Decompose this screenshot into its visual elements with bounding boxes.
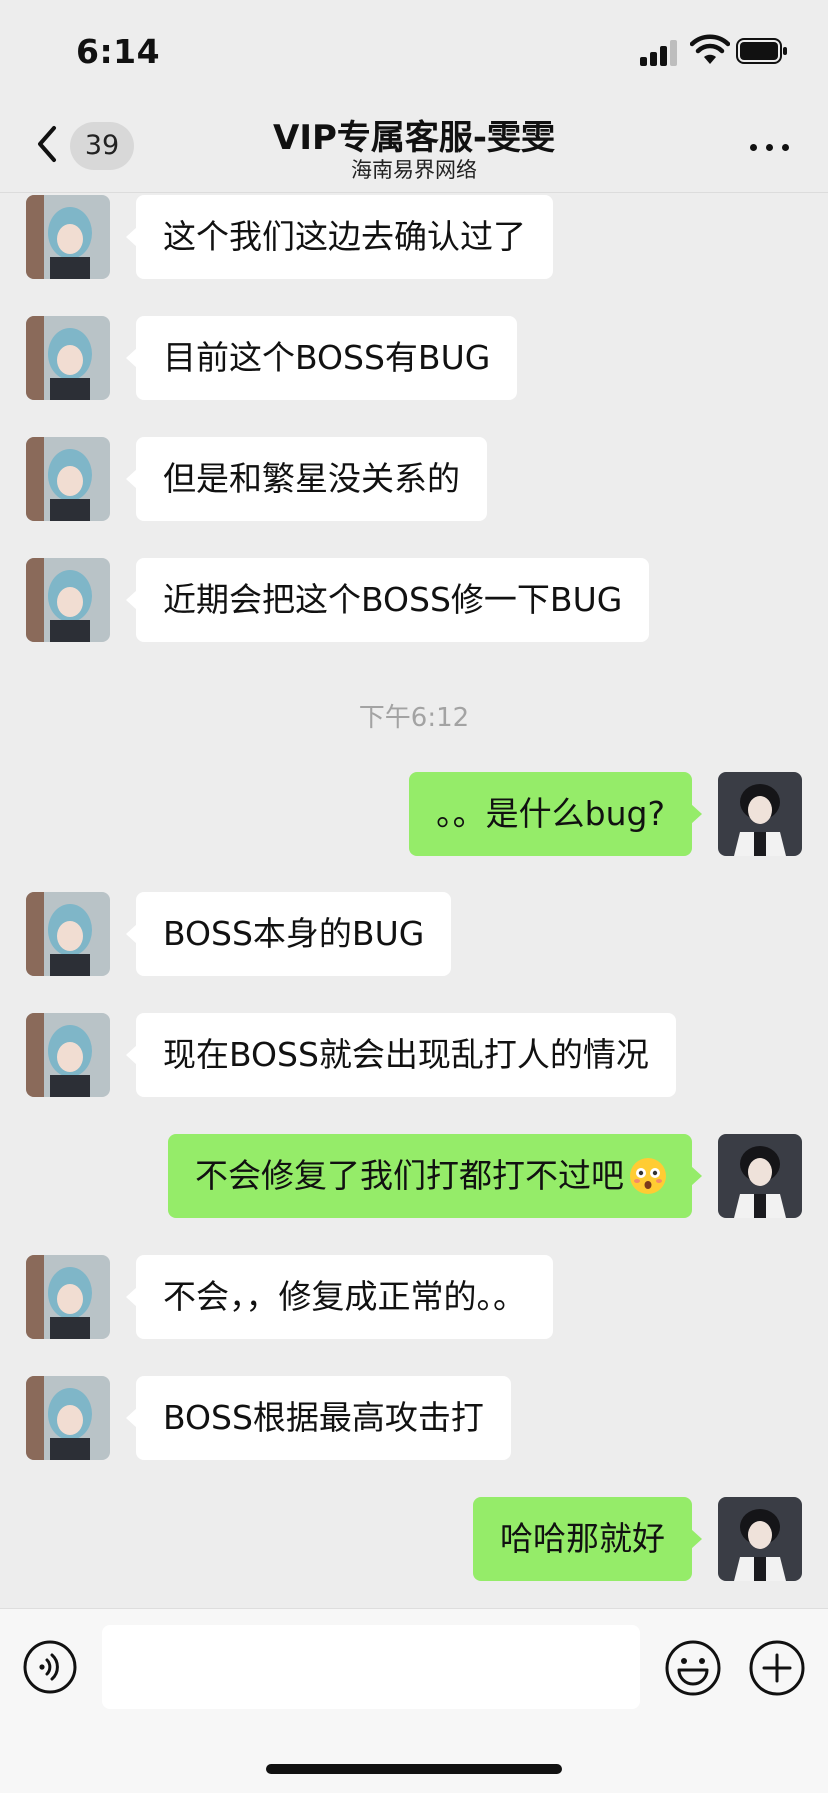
incoming-message[interactable]: BOSS根据最高攻击打 <box>126 1376 511 1460</box>
incoming-message[interactable]: 近期会把这个BOSS修一下BUG <box>125 558 650 642</box>
user-avatar[interactable] <box>718 1497 802 1581</box>
incoming-message[interactable]: 不会，，修复成正常的。。 <box>126 1255 553 1339</box>
outgoing-message[interactable]: 不会修复了我们打都打不过吧 <box>168 1134 702 1218</box>
voice-icon[interactable] <box>22 1639 78 1695</box>
support-avatar[interactable] <box>26 437 110 521</box>
outgoing-message-text: 不会修复了我们打都打不过吧 <box>195 1156 624 1195</box>
outgoing-message[interactable]: 。。是什么bug? <box>409 772 702 856</box>
wifi-icon <box>690 34 730 64</box>
user-avatar[interactable] <box>718 772 802 856</box>
home-indicator <box>266 1764 562 1774</box>
chat-title: VIP专属客服-雯雯 <box>273 118 555 158</box>
incoming-message[interactable]: 这个我们这边去确认过了 <box>126 195 553 279</box>
support-avatar[interactable] <box>26 1013 110 1097</box>
support-avatar[interactable] <box>26 1255 110 1339</box>
incoming-message[interactable]: BOSS本身的BUG <box>125 892 452 976</box>
more-dots-icon[interactable] <box>748 126 792 166</box>
support-avatar[interactable] <box>26 892 110 976</box>
outgoing-message[interactable]: 哈哈那就好 <box>473 1497 702 1581</box>
user-avatar[interactable] <box>718 1134 802 1218</box>
status-time: 6:14 <box>76 32 161 71</box>
flushed-face-emoji-icon <box>630 1158 666 1194</box>
message-list[interactable]: 这个我们这边去确认过了 目前这个BOSS有BUG 但是和繁星没关系的 近期会把这… <box>0 193 828 1608</box>
incoming-message[interactable]: 但是和繁星没关系的 <box>126 437 487 521</box>
support-avatar[interactable] <box>26 558 110 642</box>
incoming-message[interactable]: 目前这个BOSS有BUG <box>125 316 518 400</box>
battery-icon <box>736 38 787 64</box>
incoming-message[interactable]: 现在BOSS就会出现乱打人的情况 <box>126 1013 676 1097</box>
message-timestamp: 下午6:12 <box>358 703 470 733</box>
message-input[interactable] <box>102 1625 640 1709</box>
status-bar: 6:14 <box>0 0 828 100</box>
support-avatar[interactable] <box>26 1376 110 1460</box>
chat-header: 39 VIP专属客服-雯雯 海南易界网络 <box>0 100 828 193</box>
chat-subtitle: 海南易界网络 <box>351 158 477 182</box>
emoji-icon[interactable] <box>664 1639 722 1697</box>
support-avatar[interactable] <box>26 316 110 400</box>
signal-icon <box>640 40 680 66</box>
support-avatar[interactable] <box>26 195 110 279</box>
plus-icon[interactable] <box>748 1639 806 1697</box>
